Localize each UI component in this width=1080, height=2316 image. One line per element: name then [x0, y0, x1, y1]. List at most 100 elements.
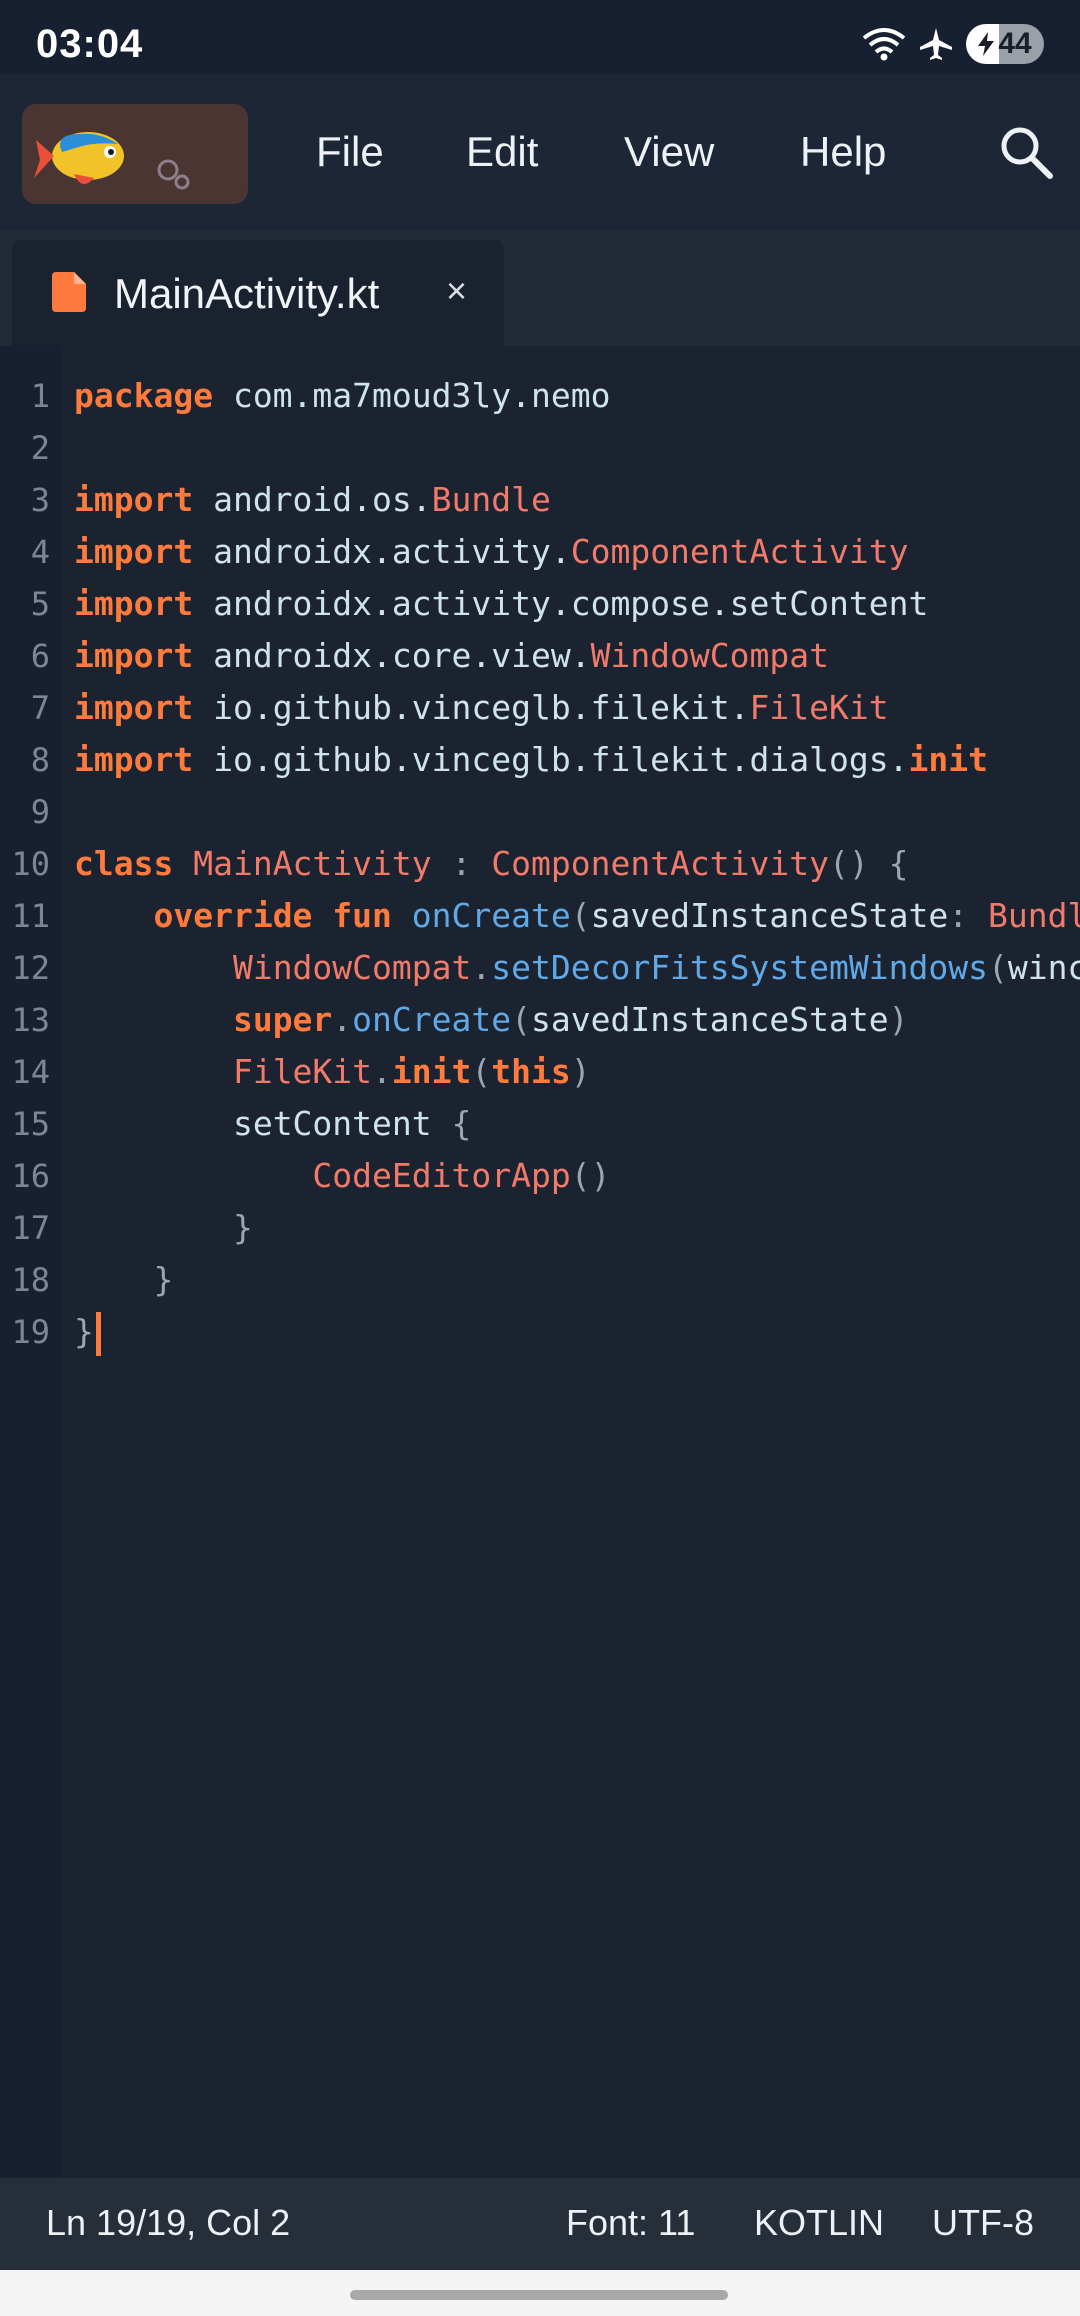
code-token: import — [74, 688, 194, 727]
line-number: 12 — [11, 949, 50, 987]
code-token: ( — [511, 1000, 531, 1039]
line-number: 11 — [11, 897, 50, 935]
code-line: 6 import androidx.core.view.WindowCompat — [0, 630, 1080, 682]
code-text: FileKit.init(this) — [74, 1046, 591, 1098]
code-line: 2 — [0, 422, 1080, 474]
code-line: 12 WindowCompat.setDecorFitsSystemWindow… — [0, 942, 1080, 994]
code-line: 15 setContent { — [0, 1098, 1080, 1150]
language-indicator[interactable]: KOTLIN — [754, 2202, 884, 2244]
code-text: import io.github.vinceglb.filekit.dialog… — [74, 734, 988, 786]
code-token: io.github.vinceglb.filekit.dialogs. — [193, 740, 909, 779]
menu-edit[interactable]: Edit — [466, 128, 538, 176]
line-number: 15 — [11, 1105, 50, 1143]
code-token: import — [74, 636, 194, 675]
code-text: package com.ma7moud3ly.nemo — [74, 370, 610, 422]
code-token: ( — [471, 1052, 492, 1091]
code-text: import androidx.activity.ComponentActivi… — [74, 526, 908, 578]
code-token: { — [431, 1104, 472, 1143]
code-token: ComponentActivity — [491, 844, 830, 883]
code-text: WindowCompat.setDecorFitsSystemWindows(w… — [74, 942, 1080, 994]
code-line: 7 import io.github.vinceglb.filekit.FileK… — [0, 682, 1080, 734]
code-token: . — [471, 948, 492, 987]
home-indicator[interactable] — [350, 2290, 728, 2300]
line-number: 6 — [30, 637, 50, 675]
code-token: () — [570, 1156, 611, 1195]
line-number: 1 — [30, 377, 50, 415]
encoding-indicator[interactable]: UTF-8 — [932, 2202, 1034, 2244]
line-number: 4 — [30, 533, 50, 571]
code-text: class MainActivity : ComponentActivity()… — [74, 838, 909, 890]
code-token: ) — [888, 1000, 909, 1039]
code-line: 3 import android.os.Bundle — [0, 474, 1080, 526]
code-token: } — [74, 1312, 94, 1351]
code-token: this — [491, 1052, 571, 1091]
code-line: 17 } — [0, 1202, 1080, 1254]
code-text: import androidx.core.view.WindowCompat — [74, 630, 829, 682]
code-token: } — [232, 1208, 253, 1247]
menu-view[interactable]: View — [624, 128, 714, 176]
line-number: 14 — [11, 1053, 50, 1091]
file-icon — [52, 272, 86, 312]
code-text: } — [74, 1254, 173, 1306]
tab-strip: MainActivity.kt × — [0, 230, 1080, 346]
line-number: 16 — [11, 1157, 50, 1195]
code-text: import io.github.vinceglb.filekit.FileKi… — [74, 682, 889, 734]
code-text: super.onCreate(savedInstanceState) — [74, 994, 909, 1046]
line-number: 5 — [30, 585, 50, 623]
code-token: import — [74, 584, 194, 623]
code-token: ( — [570, 896, 591, 935]
code-token: ( — [987, 948, 1008, 987]
cursor-position: Ln 19/19, Col 2 — [46, 2202, 291, 2243]
code-line: 4 import androidx.activity.ComponentActiv… — [0, 526, 1080, 578]
code-token: . — [372, 1052, 392, 1091]
fish-logo[interactable] — [22, 104, 248, 204]
status-bar: 03:04 44 — [0, 0, 1080, 74]
line-number: 10 — [11, 845, 50, 883]
code-token: : — [431, 844, 492, 883]
code-token: : — [948, 896, 988, 935]
close-icon[interactable]: × — [446, 270, 467, 312]
code-line: 11 override fun onCreate(savedInstanceSt… — [0, 890, 1080, 942]
code-token: } — [153, 1260, 174, 1299]
navigation-bar — [0, 2270, 1080, 2316]
code-token: androidx.core.view. — [193, 636, 591, 675]
code-editor[interactable]: 1 package com.ma7moud3ly.nemo 2 3 import and… — [0, 346, 1080, 2178]
code-token: . — [332, 1000, 353, 1039]
menu-help[interactable]: Help — [800, 128, 886, 176]
status-time: 03:04 — [36, 22, 144, 66]
code-text: override fun onCreate(savedInstanceState… — [74, 890, 1080, 942]
code-token: onCreate — [352, 1000, 512, 1039]
status-icons: 44 — [862, 24, 1044, 64]
code-line: 10 class MainActivity : ComponentActivity… — [0, 838, 1080, 890]
battery-icon: 44 — [966, 24, 1044, 64]
line-number: 8 — [30, 741, 50, 779]
code-token: CodeEditorApp — [312, 1156, 571, 1195]
menu-file[interactable]: File — [316, 128, 384, 176]
code-token: savedInstanceState — [531, 1000, 889, 1039]
battery-level: 44 — [998, 27, 1032, 60]
font-size-indicator[interactable]: Font: 11 — [566, 2202, 695, 2244]
code-token: ComponentActivity — [570, 532, 909, 571]
code-line: 5 import androidx.activity.compose.setCon… — [0, 578, 1080, 630]
line-number: 13 — [11, 1001, 50, 1039]
code-token: Bundl — [987, 896, 1080, 935]
airplane-icon — [920, 28, 952, 60]
code-line: 16 CodeEditorApp() — [0, 1150, 1080, 1202]
code-text: CodeEditorApp() — [74, 1150, 610, 1202]
text-cursor — [95, 1311, 101, 1356]
code-token: FileKit — [749, 688, 889, 727]
code-token: com.ma7moud3ly.nemo — [213, 376, 611, 415]
tab-mainactivity[interactable]: MainActivity.kt × — [12, 240, 504, 346]
code-token: setDecorFitsSystemWindows — [491, 948, 988, 987]
code-token: WindowCompat — [590, 636, 829, 675]
code-token: init — [908, 740, 988, 779]
line-number: 2 — [30, 429, 50, 467]
search-icon[interactable] — [996, 122, 1056, 182]
code-line: 13 super.onCreate(savedInstanceState) — [0, 994, 1080, 1046]
